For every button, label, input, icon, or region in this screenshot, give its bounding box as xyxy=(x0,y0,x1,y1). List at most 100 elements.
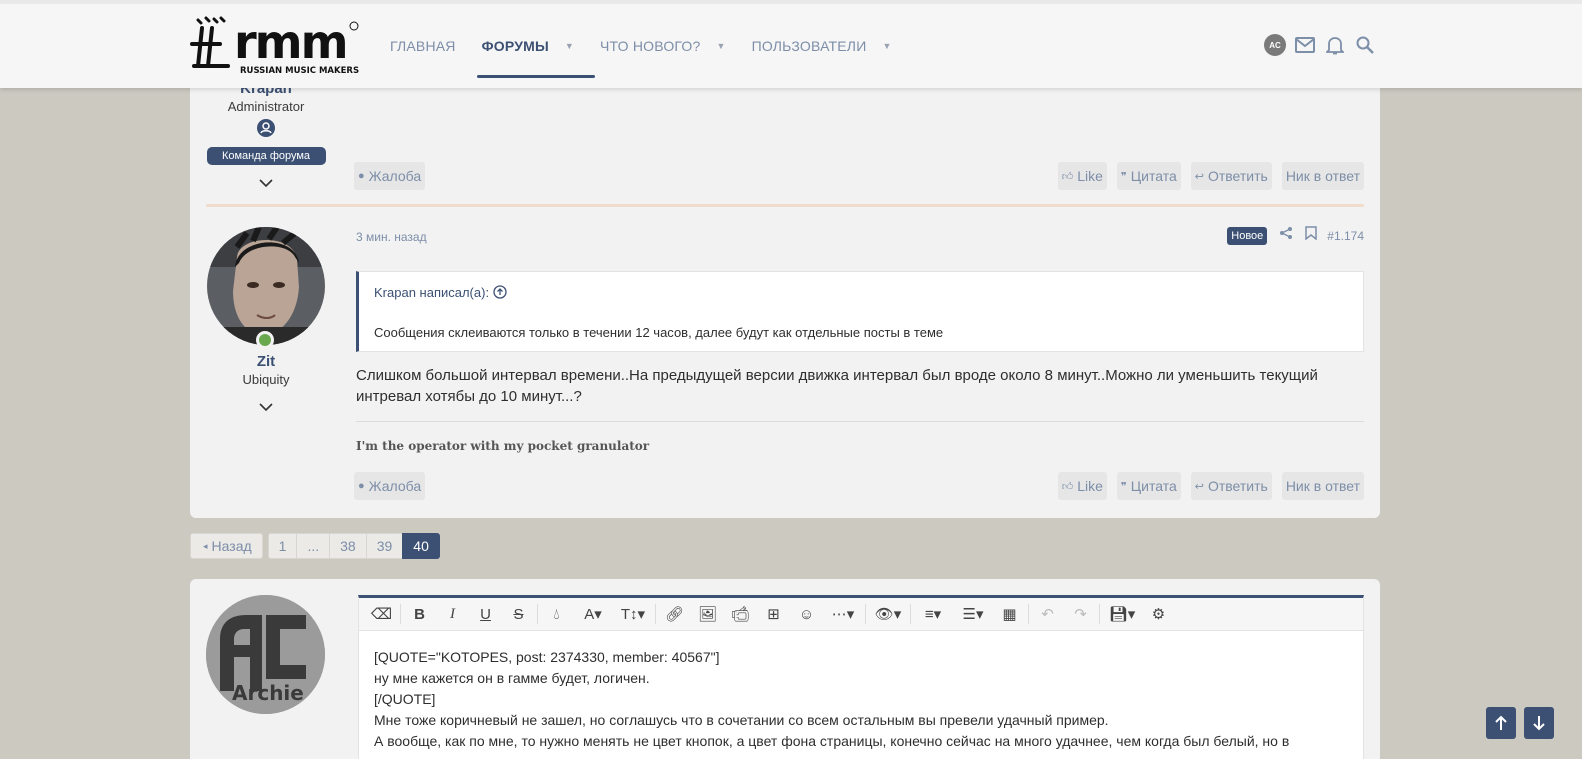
report-label: Жалоба xyxy=(368,478,422,494)
main-nav: ГЛАВНАЯ ФОРУМЫ ▼ ЧТО НОВОГО? ▼ ПОЛЬЗОВАТ… xyxy=(390,4,918,88)
save-draft-icon[interactable]: 💾︎▾ xyxy=(1102,600,1142,628)
nav-members-label[interactable]: ПОЛЬЗОВАТЕЛИ xyxy=(752,38,867,54)
chevron-down-icon[interactable]: ▼ xyxy=(882,41,891,51)
more-icon[interactable]: ⋯▾ xyxy=(823,600,863,628)
arrow-up-icon xyxy=(1495,715,1507,730)
chevron-down-icon[interactable] xyxy=(206,399,326,415)
pagination: ◂ Назад 1 ... 38 39 40 xyxy=(190,533,440,559)
pagination-prev-button[interactable]: ◂ Назад xyxy=(190,533,263,559)
like-button[interactable]: 👍︎ Like xyxy=(1057,472,1107,500)
bell-icon[interactable] xyxy=(1324,34,1346,56)
nick-reply-button[interactable]: Ник в ответ xyxy=(1281,472,1364,500)
editor-line: ну мне кажется он в гамме будет, логичен… xyxy=(374,670,650,686)
post-zit: Zit Ubiquity 3 мин. назад Новое #1.174 K… xyxy=(190,208,1380,518)
post-username[interactable]: Zit xyxy=(206,353,326,370)
quote-author[interactable]: Krapan написал(а): xyxy=(374,285,507,300)
media-icon[interactable]: ⊞ xyxy=(757,600,790,628)
gear-icon[interactable]: ⚙ xyxy=(1142,600,1175,628)
signature-divider xyxy=(356,421,1364,422)
nav-members[interactable]: ПОЛЬЗОВАТЕЛИ ▼ xyxy=(752,4,892,88)
nav-whats-new-label[interactable]: ЧТО НОВОГО? xyxy=(600,38,700,54)
underline-icon[interactable]: U xyxy=(469,600,502,628)
reply-button[interactable]: ↩ Ответить xyxy=(1190,472,1272,500)
toolbar-separator xyxy=(655,604,656,624)
toolbar-separator xyxy=(865,604,866,624)
quote-button[interactable]: ❞ Цитата xyxy=(1116,472,1181,500)
message-editor[interactable]: ⌫ B I U S 💧︎ A▾ T↕▾ 🔗︎ 🖼︎ 📹︎ ⊞ ☺ ⋯▾ 👁︎▾ … xyxy=(358,595,1364,759)
pagination-ellipsis[interactable]: ... xyxy=(296,533,331,559)
font-size-icon[interactable]: T↕▾ xyxy=(613,600,653,628)
nav-forums[interactable]: ФОРУМЫ ▼ xyxy=(476,4,596,88)
reply-avatar-text: Archie xyxy=(232,681,304,705)
quote-button[interactable]: ❞ Цитата xyxy=(1116,162,1181,190)
like-button[interactable]: 👍︎ Like xyxy=(1057,162,1107,190)
smiley-icon[interactable]: ☺ xyxy=(790,600,823,628)
editor-line: [QUOTE="KOTOPES, post: 2374330, member: … xyxy=(374,649,720,665)
arrow-up-circle-icon[interactable] xyxy=(493,285,507,300)
reply-button[interactable]: ↩ Ответить xyxy=(1190,162,1272,190)
post-signature: I'm the operator with my pocket granulat… xyxy=(356,439,650,453)
post-actions-left: ● Жалоба xyxy=(354,472,426,500)
pagination-current-page[interactable]: 40 xyxy=(402,533,440,559)
toolbar-separator xyxy=(537,604,538,624)
pagination-page[interactable]: 38 xyxy=(329,533,367,559)
user-avatar[interactable]: AC xyxy=(1264,34,1286,56)
bold-icon[interactable]: B xyxy=(403,600,436,628)
site-logo[interactable]: rmm RUSSIAN MUSIC MAKERS xyxy=(190,14,365,78)
scroll-bottom-button[interactable] xyxy=(1524,707,1554,739)
editor-content[interactable]: [QUOTE="KOTOPES, post: 2374330, member: … xyxy=(359,631,1363,752)
chevron-down-icon[interactable]: ▼ xyxy=(716,41,725,51)
editor-line: [/QUOTE] xyxy=(374,691,436,707)
align-icon[interactable]: ≡▾ xyxy=(913,600,953,628)
undo-icon[interactable]: ↶ xyxy=(1031,600,1064,628)
site-header: rmm RUSSIAN MUSIC MAKERS ГЛАВНАЯ ФОРУМЫ … xyxy=(0,0,1582,88)
info-icon: ● xyxy=(358,170,365,182)
post-actions-right: 👍︎ Like ❞ Цитата ↩ Ответить Ник в ответ xyxy=(1048,162,1364,190)
avatar[interactable] xyxy=(207,227,325,345)
nav-home[interactable]: ГЛАВНАЯ xyxy=(390,4,456,88)
quote-icon: ❞ xyxy=(1120,170,1127,183)
quote-author-label[interactable]: Krapan написал(а): xyxy=(374,285,489,300)
post-number[interactable]: #1.174 xyxy=(1327,229,1364,243)
reply-icon: ↩ xyxy=(1194,170,1204,183)
chevron-down-icon[interactable]: ▼ xyxy=(565,41,574,51)
spoiler-icon[interactable]: 👁︎▾ xyxy=(868,600,908,628)
bookmark-icon[interactable] xyxy=(1305,226,1318,245)
italic-icon[interactable]: I xyxy=(436,600,469,628)
font-family-icon[interactable]: A▾ xyxy=(573,600,613,628)
pagination-page[interactable]: 39 xyxy=(365,533,404,559)
avatar-wrap xyxy=(206,227,326,349)
reply-avatar[interactable]: Archie xyxy=(206,595,325,714)
eraser-icon[interactable]: ⌫ xyxy=(365,600,398,628)
nav-home-label[interactable]: ГЛАВНАЯ xyxy=(390,38,456,54)
text-color-icon[interactable]: 💧︎ xyxy=(540,600,573,628)
online-status-icon xyxy=(256,331,274,349)
quote-label: Цитата xyxy=(1130,168,1177,184)
nav-whats-new[interactable]: ЧТО НОВОГО? ▼ xyxy=(600,4,726,88)
video-icon[interactable]: 📹︎ xyxy=(724,600,757,628)
report-button[interactable]: ● Жалоба xyxy=(354,472,426,500)
nav-forums-label[interactable]: ФОРУМЫ xyxy=(482,38,549,54)
search-icon[interactable] xyxy=(1354,34,1376,56)
table-icon[interactable]: ▦ xyxy=(993,600,1026,628)
new-posts-divider xyxy=(206,204,1364,207)
like-label: Like xyxy=(1077,168,1103,184)
pagination-page[interactable]: 1 xyxy=(267,533,298,559)
scroll-top-button[interactable] xyxy=(1486,707,1516,739)
strikethrough-icon[interactable]: S xyxy=(502,600,535,628)
list-icon[interactable]: ☰▾ xyxy=(953,600,993,628)
post-user-title: Ubiquity xyxy=(242,372,290,387)
post-tools: Новое #1.174 xyxy=(1227,226,1364,245)
quote-block: Krapan написал(а): Сообщения склеиваются… xyxy=(356,271,1364,352)
link-icon[interactable]: 🔗︎ xyxy=(658,600,691,628)
logo-wordmark: rmm xyxy=(234,15,347,69)
nick-reply-button[interactable]: Ник в ответ xyxy=(1281,162,1364,190)
chevron-down-icon[interactable] xyxy=(206,175,326,191)
image-icon[interactable]: 🖼︎ xyxy=(691,600,724,628)
redo-icon[interactable]: ↷ xyxy=(1064,600,1097,628)
mail-icon[interactable] xyxy=(1294,34,1316,56)
post-time[interactable]: 3 мин. назад xyxy=(356,230,427,244)
report-button[interactable]: ● Жалоба xyxy=(354,162,426,190)
new-badge: Новое xyxy=(1227,226,1268,245)
share-icon[interactable] xyxy=(1279,226,1293,245)
